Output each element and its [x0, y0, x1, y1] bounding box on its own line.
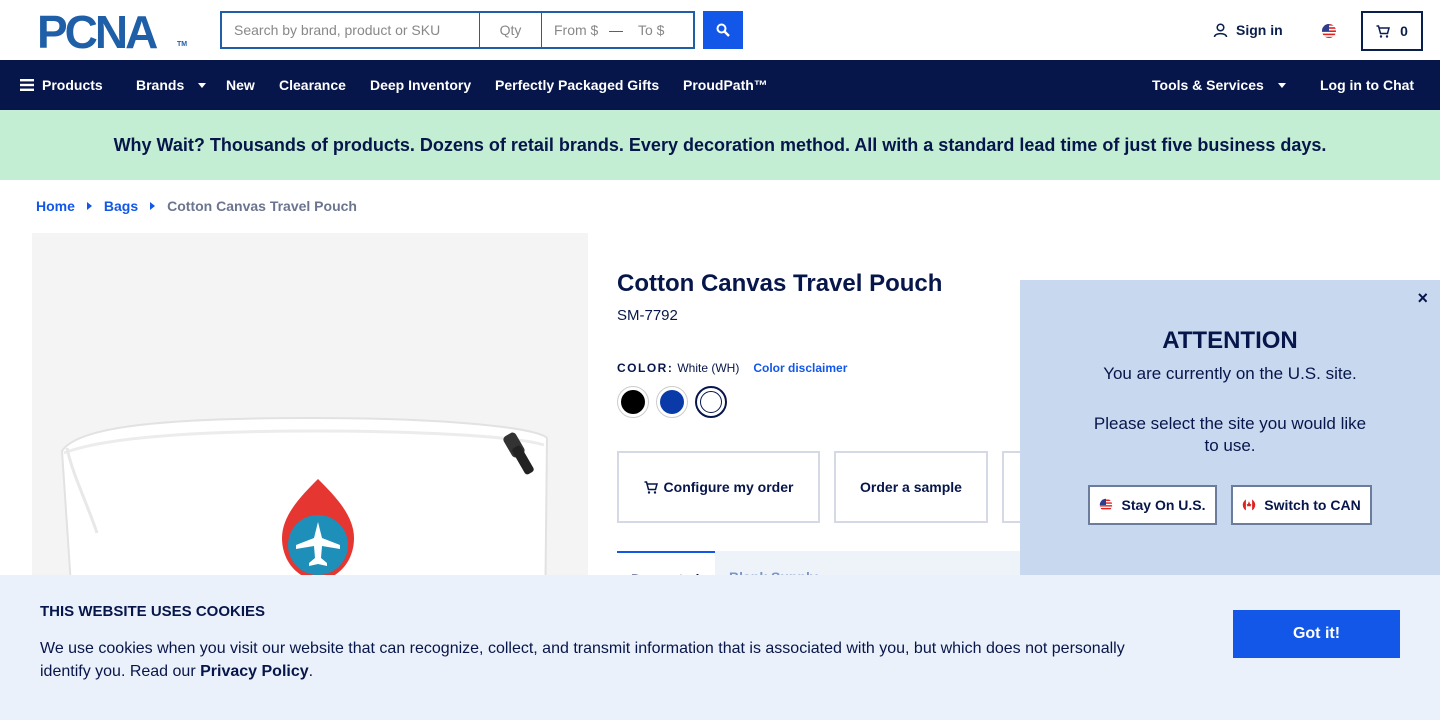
swatch-black-color — [621, 390, 645, 414]
attention-instruction: Please select the site you would like to… — [1093, 414, 1367, 455]
color-selection-row: COLOR: White (WH) Color disclaimer — [617, 361, 847, 375]
stay-on-us-button[interactable]: Stay On U.S. — [1088, 485, 1217, 525]
configure-order-button[interactable]: Configure my order — [617, 451, 820, 523]
nav-proudpath-label: ProudPath™ — [683, 77, 768, 93]
swatch-white-color — [700, 391, 722, 413]
site-select-modal: × ATTENTION You are currently on the U.S… — [1020, 280, 1440, 580]
us-flag-icon — [1100, 498, 1113, 512]
product-sku: SM-7792 — [617, 307, 678, 324]
hamburger-icon — [20, 79, 34, 91]
got-it-button[interactable]: Got it! — [1233, 610, 1400, 658]
search-bar: — — [220, 11, 695, 49]
user-icon — [1213, 22, 1228, 37]
search-input[interactable] — [222, 13, 480, 47]
chevron-down-icon — [198, 82, 207, 88]
promo-banner: Why Wait? Thousands of products. Dozens … — [0, 110, 1440, 180]
swatch-white[interactable] — [695, 386, 727, 418]
stay-on-us-label: Stay On U.S. — [1121, 497, 1206, 513]
color-value: White (WH) — [677, 361, 740, 375]
nav-tools-label: Tools & Services — [1152, 77, 1264, 93]
price-from-input[interactable] — [542, 13, 606, 47]
nav-new-label: New — [226, 77, 255, 93]
nav-log-in-to-chat[interactable]: Log in to Chat — [1320, 60, 1414, 110]
sign-in-label: Sign in — [1236, 22, 1283, 38]
nav-clearance-label: Clearance — [279, 77, 346, 93]
cart-count: 0 — [1400, 23, 1408, 39]
color-label: COLOR: — [617, 361, 674, 375]
attention-current-site: You are currently on the U.S. site. — [1103, 364, 1357, 383]
cookie-period: . — [308, 663, 314, 680]
switch-to-can-label: Switch to CAN — [1264, 497, 1361, 513]
pcna-logo[interactable]: PCNA TM — [37, 6, 188, 58]
canada-flag-icon — [1243, 498, 1256, 512]
cart-icon — [1376, 24, 1391, 38]
swatch-black[interactable] — [617, 386, 649, 418]
breadcrumb-home[interactable]: Home — [36, 198, 75, 214]
nav-gifts-label: Perfectly Packaged Gifts — [495, 77, 660, 93]
search-icon — [716, 23, 730, 37]
privacy-policy-link[interactable]: Privacy Policy — [200, 663, 309, 680]
cookie-banner: THIS WEBSITE USES COOKIES We use cookies… — [0, 575, 1440, 720]
nav-products-label: Products — [42, 77, 103, 93]
promo-banner-text: Why Wait? Thousands of products. Dozens … — [113, 134, 1327, 155]
breadcrumb-current: Cotton Canvas Travel Pouch — [167, 198, 357, 214]
close-icon[interactable]: × — [1417, 288, 1428, 309]
nav-brands-label: Brands — [136, 77, 185, 93]
configure-order-label: Configure my order — [663, 479, 794, 495]
main-navigation: Products Brands New Clearance Deep Inven… — [0, 60, 1440, 110]
nav-clearance[interactable]: Clearance — [279, 60, 346, 110]
svg-text:PCNA: PCNA — [37, 12, 157, 52]
order-sample-label: Order a sample — [860, 479, 962, 495]
cart-button[interactable]: 0 — [1361, 11, 1423, 51]
cookie-title: THIS WEBSITE USES COOKIES — [40, 603, 266, 620]
breadcrumb-bags[interactable]: Bags — [104, 198, 138, 214]
price-to-input[interactable] — [626, 13, 690, 47]
swatch-royal-blue-color — [660, 390, 684, 414]
us-flag-graphic — [1322, 24, 1336, 38]
nav-deep-inventory[interactable]: Deep Inventory — [370, 60, 471, 110]
breadcrumb: Home Bags Cotton Canvas Travel Pouch — [36, 198, 357, 214]
us-flag-icon[interactable] — [1320, 22, 1338, 40]
swatch-royal-blue[interactable] — [656, 386, 688, 418]
color-disclaimer-link[interactable]: Color disclaimer — [753, 361, 847, 375]
logo-trademark: TM — [177, 41, 188, 48]
breadcrumb-arrow-icon — [86, 202, 92, 210]
attention-title: ATTENTION — [1162, 327, 1298, 354]
chevron-down-icon — [1277, 82, 1286, 88]
nav-brands[interactable]: Brands — [136, 60, 207, 110]
cookie-text: We use cookies when you visit our websit… — [40, 637, 1140, 683]
switch-to-can-button[interactable]: Switch to CAN — [1231, 485, 1372, 525]
product-title: Cotton Canvas Travel Pouch — [617, 270, 943, 297]
qty-input[interactable] — [480, 13, 542, 47]
search-button[interactable] — [703, 11, 743, 49]
site-header: PCNA TM — Sign in — [0, 0, 1440, 60]
nav-tools-services[interactable]: Tools & Services — [1152, 60, 1286, 110]
nav-new[interactable]: New — [226, 60, 255, 110]
nav-chat-label: Log in to Chat — [1320, 77, 1415, 93]
nav-products[interactable]: Products — [20, 60, 103, 110]
nav-perfectly-packaged-gifts[interactable]: Perfectly Packaged Gifts — [495, 60, 659, 110]
pcna-logo-graphic: PCNA — [37, 6, 160, 58]
breadcrumb-arrow-icon — [150, 202, 156, 210]
nav-proudpath[interactable]: ProudPath™ — [683, 60, 768, 110]
sign-in-button[interactable]: Sign in — [1213, 22, 1283, 38]
price-range-dash: — — [609, 22, 623, 38]
cart-icon — [644, 480, 658, 494]
nav-deep-inventory-label: Deep Inventory — [370, 77, 472, 93]
order-sample-button[interactable]: Order a sample — [834, 451, 988, 523]
